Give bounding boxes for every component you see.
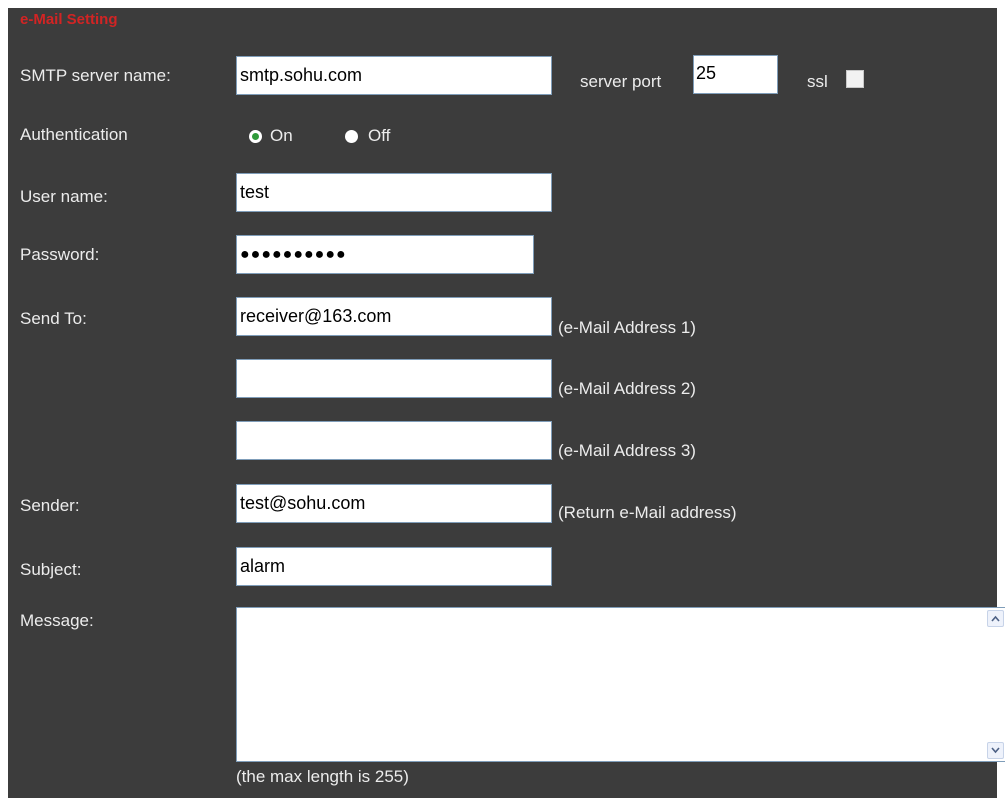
send-to-address-2-hint: (e-Mail Address 2): [558, 379, 696, 398]
subject-label: Subject:: [20, 560, 82, 579]
password-input[interactable]: ●●●●●●●●●●: [236, 235, 534, 274]
chevron-down-icon: [991, 747, 1000, 754]
send-to-address-3-input[interactable]: [236, 421, 552, 460]
server-port-input[interactable]: 25: [693, 55, 778, 94]
sender-hint: (Return e-Mail address): [558, 503, 737, 522]
message-label: Message:: [20, 611, 94, 630]
username-input[interactable]: test: [236, 173, 552, 212]
subject-input[interactable]: alarm: [236, 547, 552, 586]
scroll-down-button[interactable]: [987, 742, 1004, 759]
auth-on-radio[interactable]: [249, 130, 262, 143]
chevron-up-icon: [991, 615, 1000, 622]
ssl-checkbox[interactable]: [846, 70, 864, 88]
scroll-up-button[interactable]: [987, 610, 1004, 627]
send-to-address-1-hint: (e-Mail Address 1): [558, 318, 696, 337]
send-to-address-3-hint: (e-Mail Address 3): [558, 441, 696, 460]
send-to-address-1-input[interactable]: receiver@163.com: [236, 297, 552, 336]
message-textarea[interactable]: [236, 607, 1005, 762]
username-label: User name:: [20, 187, 108, 206]
password-label: Password:: [20, 245, 100, 264]
smtp-server-input[interactable]: smtp.sohu.com: [236, 56, 552, 95]
auth-off-label[interactable]: Off: [368, 126, 390, 146]
auth-off-radio[interactable]: [345, 130, 358, 143]
send-to-label: Send To:: [20, 309, 87, 328]
server-port-label: server port: [580, 72, 662, 91]
ssl-label: ssl: [807, 72, 828, 91]
sender-label: Sender:: [20, 496, 80, 515]
smtp-server-label: SMTP server name:: [20, 66, 171, 85]
auth-on-label[interactable]: On: [270, 126, 293, 146]
send-to-address-2-input[interactable]: [236, 359, 552, 398]
message-max-length-note: (the max length is 255): [236, 767, 409, 786]
email-setting-panel: e-Mail Setting SMTP server name: smtp.so…: [8, 8, 1005, 798]
authentication-label: Authentication: [20, 125, 128, 144]
message-scrollbar[interactable]: [986, 609, 1005, 760]
panel-title: e-Mail Setting: [20, 11, 118, 28]
sender-input[interactable]: test@sohu.com: [236, 484, 552, 523]
